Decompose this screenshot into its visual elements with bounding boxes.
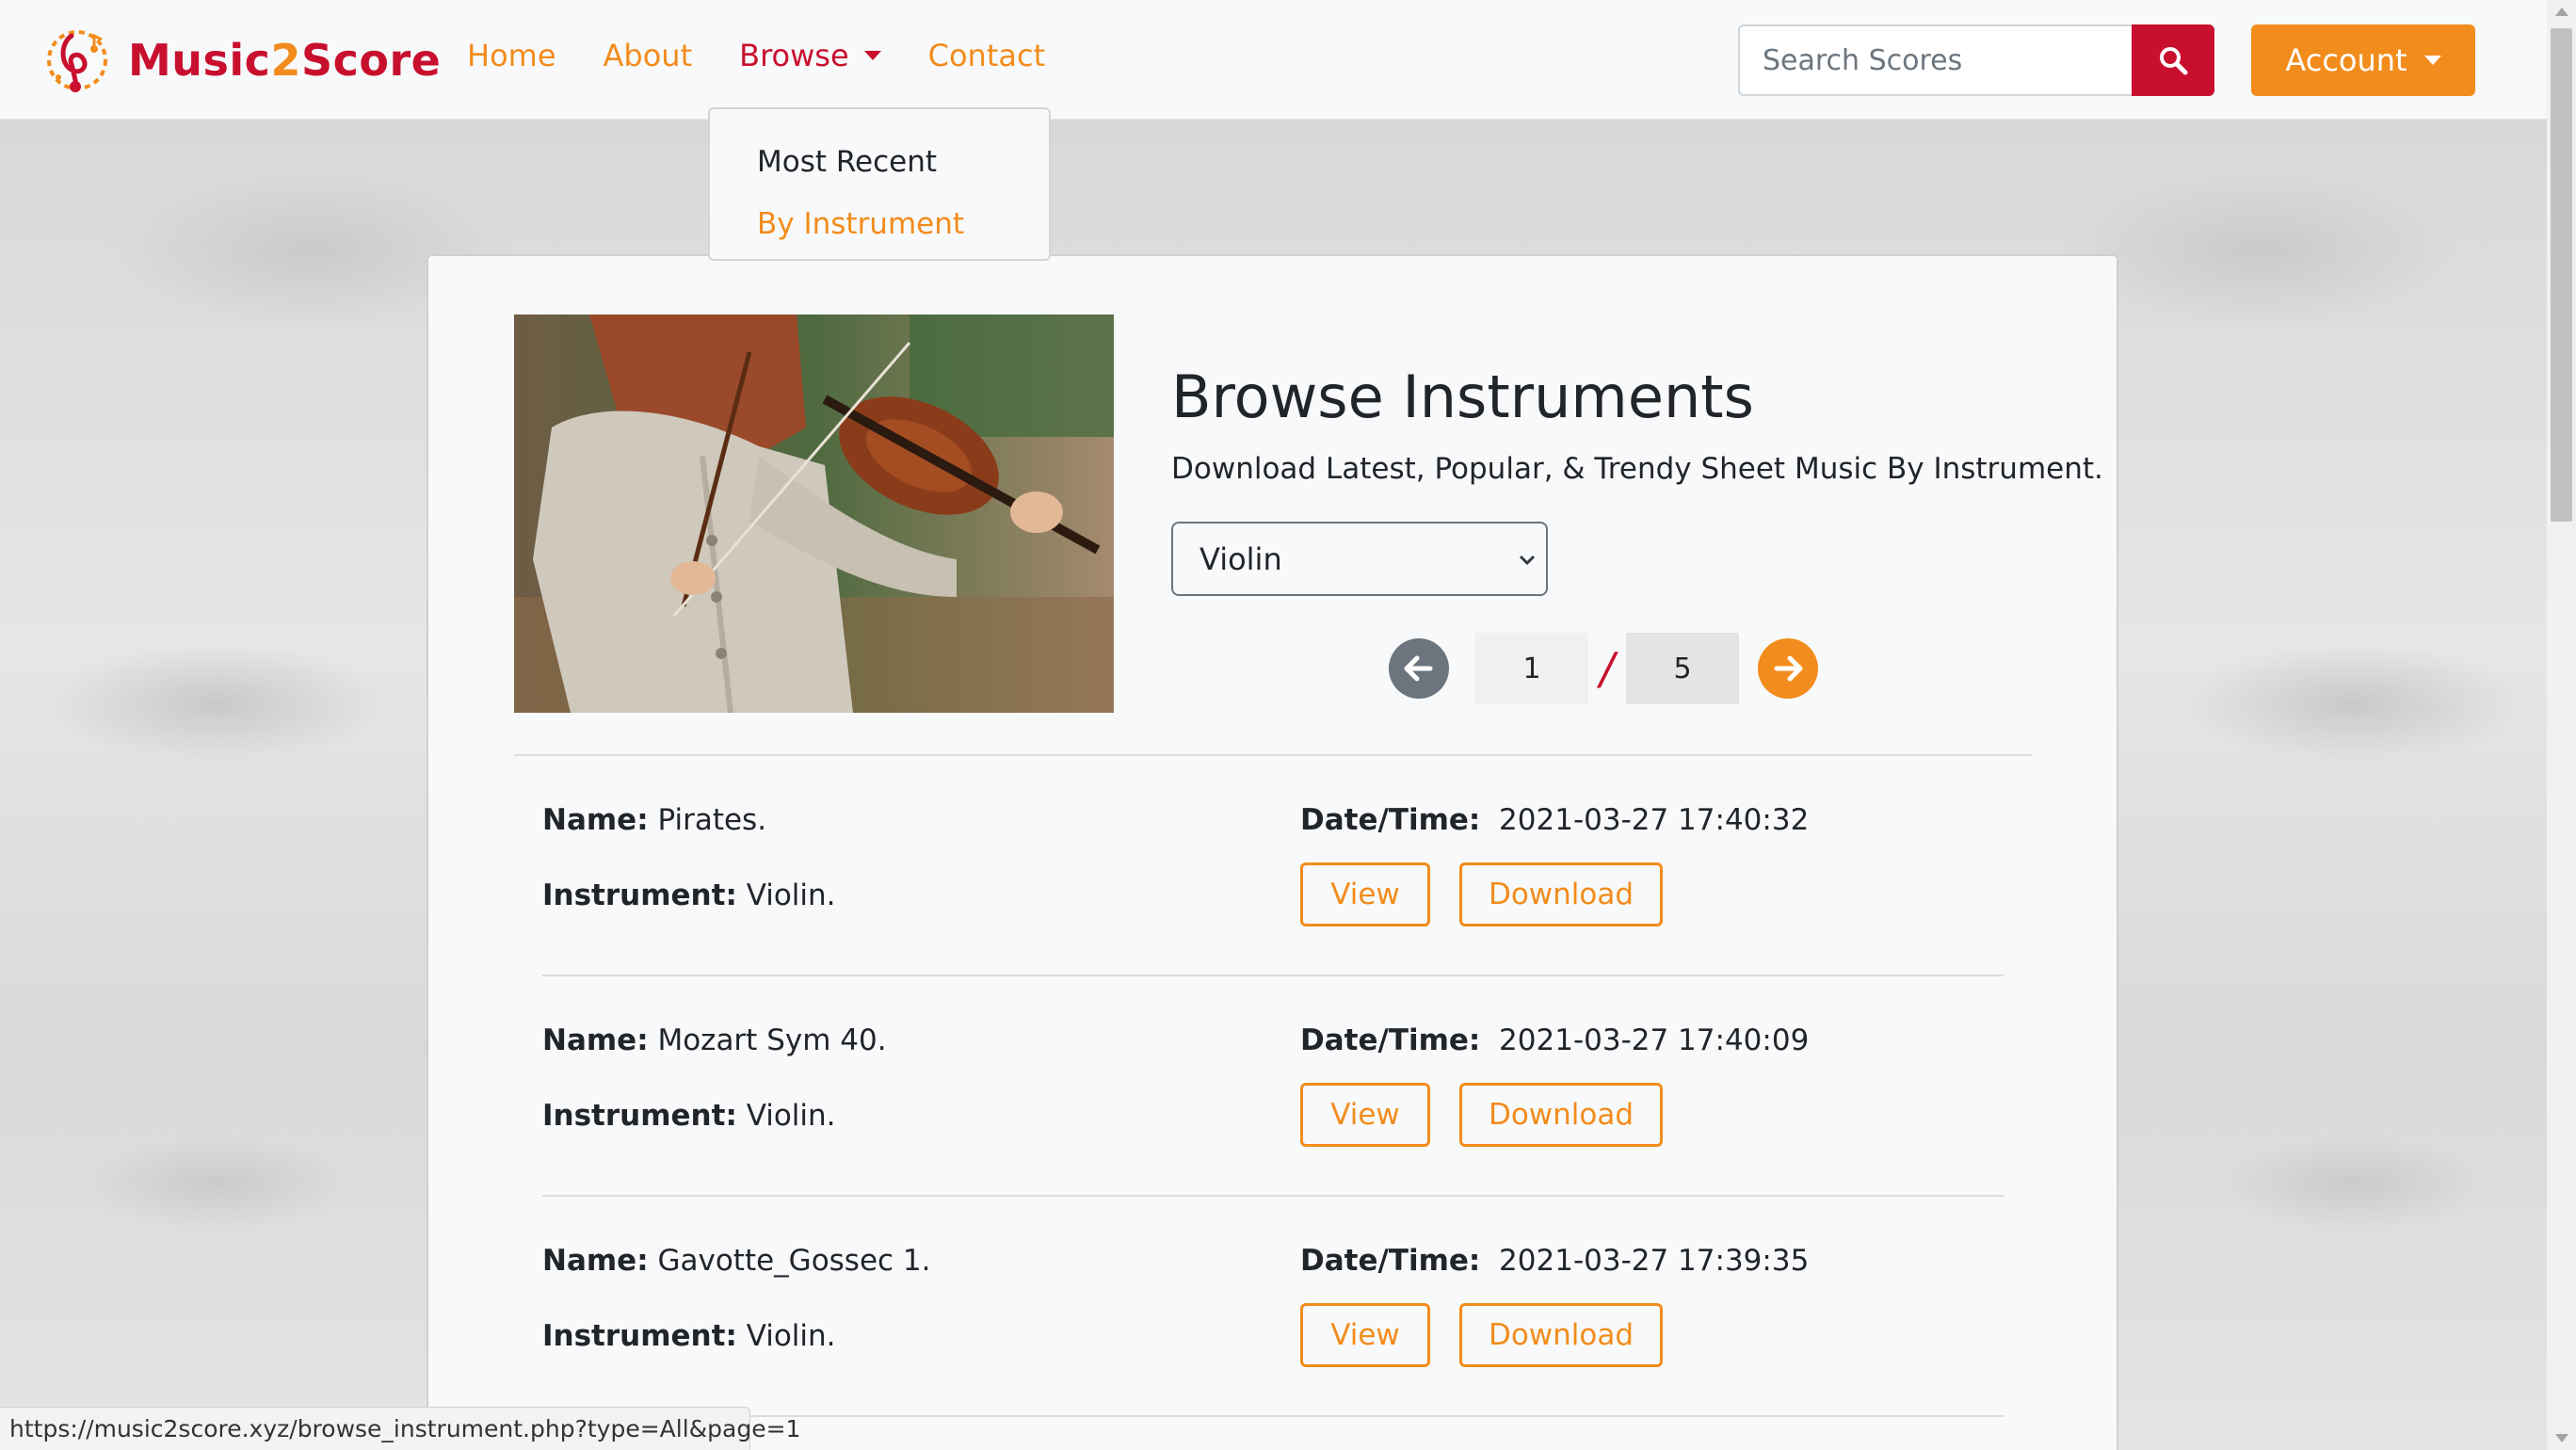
nav-links: Home About Browse Contact bbox=[467, 38, 1092, 73]
navbar: Music2Score Home About Browse Contact Ac… bbox=[0, 0, 2547, 120]
score-list-item: Name: Gavotte_Gossec 1. Instrument: Viol… bbox=[542, 1197, 2004, 1417]
score-name: Name: Gavotte_Gossec 1. bbox=[542, 1244, 931, 1278]
page-title: Browse Instruments bbox=[1171, 362, 1754, 431]
search-button[interactable] bbox=[2132, 24, 2214, 96]
nav-about[interactable]: About bbox=[604, 38, 693, 73]
brand-logo-link[interactable]: Music2Score bbox=[40, 23, 441, 98]
score-name: Name: Pirates. bbox=[542, 803, 767, 837]
download-button[interactable]: Download bbox=[1459, 1303, 1663, 1367]
view-button[interactable]: View bbox=[1300, 1303, 1430, 1367]
score-datetime: Date/Time: 2021-03-27 17:40:09 bbox=[1300, 1023, 1810, 1057]
score-name: Name: Mozart Sym 40. bbox=[542, 1023, 887, 1057]
nav-home[interactable]: Home bbox=[467, 38, 556, 73]
view-button[interactable]: View bbox=[1300, 862, 1430, 926]
score-datetime: Date/Time: 2021-03-27 17:39:35 bbox=[1300, 1244, 1810, 1278]
score-instrument: Instrument: Violin. bbox=[542, 1099, 836, 1133]
browse-card: Browse Instruments Download Latest, Popu… bbox=[427, 254, 2118, 1450]
score-list-item: Name: Mozart Sym 40. Instrument: Violin.… bbox=[542, 976, 2004, 1197]
violinist-image bbox=[514, 314, 1114, 713]
prev-page-button[interactable] bbox=[1389, 638, 1449, 699]
arrow-right-icon bbox=[1774, 655, 1803, 682]
nav-browse-label: Browse bbox=[739, 38, 849, 73]
chevron-down-icon bbox=[1519, 555, 1536, 566]
scroll-up-icon[interactable] bbox=[2555, 8, 2568, 16]
scrollbar-thumb[interactable] bbox=[2551, 28, 2572, 522]
instrument-select[interactable]: Violin bbox=[1171, 522, 1548, 596]
page-scrollbar[interactable] bbox=[2547, 0, 2576, 1450]
search-icon bbox=[2160, 47, 2188, 75]
account-label: Account bbox=[2285, 42, 2407, 78]
score-instrument: Instrument: Violin. bbox=[542, 1319, 836, 1353]
browser-status-url: https://music2score.xyz/browse_instrumen… bbox=[0, 1407, 800, 1450]
caret-down-icon bbox=[2423, 56, 2441, 65]
search-form bbox=[1738, 24, 2214, 96]
dropdown-item-by-instrument[interactable]: By Instrument bbox=[710, 200, 1049, 262]
brand-name: Music2Score bbox=[128, 35, 442, 86]
download-button[interactable]: Download bbox=[1459, 1083, 1663, 1147]
view-button[interactable]: View bbox=[1300, 1083, 1430, 1147]
current-page: 1 bbox=[1475, 633, 1588, 704]
score-instrument: Instrument: Violin. bbox=[542, 878, 836, 912]
download-button[interactable]: Download bbox=[1459, 862, 1663, 926]
page-separator: / bbox=[1600, 643, 1615, 694]
browse-dropdown-menu: Most Recent By Instrument bbox=[708, 107, 1051, 261]
music-note-logo-icon bbox=[40, 23, 115, 98]
score-datetime: Date/Time: 2021-03-27 17:40:32 bbox=[1300, 803, 1810, 837]
page-subtitle: Download Latest, Popular, & Trendy Sheet… bbox=[1171, 452, 2103, 486]
arrow-left-icon bbox=[1404, 655, 1433, 682]
scroll-down-icon[interactable] bbox=[2555, 1434, 2568, 1442]
dropdown-item-most-recent[interactable]: Most Recent bbox=[710, 137, 1049, 200]
caret-down-icon bbox=[863, 51, 881, 60]
pagination: 1 / 5 bbox=[1389, 633, 1818, 704]
score-list-item: Name: Pirates. Instrument: Violin. Date/… bbox=[542, 756, 2004, 976]
nav-contact[interactable]: Contact bbox=[928, 38, 1046, 73]
nav-browse-dropdown[interactable]: Browse bbox=[739, 38, 881, 73]
instrument-select-value: Violin bbox=[1199, 540, 1282, 577]
total-pages: 5 bbox=[1626, 633, 1739, 704]
search-input[interactable] bbox=[1738, 24, 2132, 96]
account-dropdown-button[interactable]: Account bbox=[2251, 24, 2475, 96]
next-page-button[interactable] bbox=[1758, 638, 1818, 699]
